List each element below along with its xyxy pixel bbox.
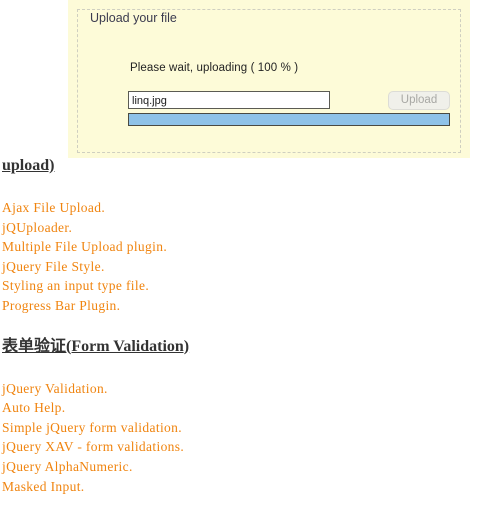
list-item[interactable]: Simple jQuery form validation.	[2, 418, 498, 438]
list-item[interactable]: jQuery XAV - form validations.	[2, 437, 498, 457]
heading-upload-wrapper: upload)	[2, 155, 498, 176]
list-item[interactable]: Ajax File Upload.	[2, 198, 498, 218]
upload-widget-panel: Upload your file Please wait, uploading …	[68, 0, 470, 158]
article-content: upload) Ajax File Upload. jQUploader. Mu…	[2, 155, 498, 496]
list-item[interactable]: jQuery Validation.	[2, 379, 498, 399]
upload-progress-bar	[128, 113, 450, 126]
validation-plugin-list: jQuery Validation. Auto Help. Simple jQu…	[2, 379, 498, 497]
upload-plugin-list: Ajax File Upload. jQUploader. Multiple F…	[2, 198, 498, 316]
heading-upload: upload)	[2, 157, 55, 174]
upload-fieldset-legend: Upload your file	[85, 11, 183, 25]
upload-status-text: Please wait, uploading ( 100 % )	[130, 62, 299, 74]
heading-form-validation: 表单验证(Form Validation)	[2, 337, 190, 355]
heading-validation-wrapper: 表单验证(Form Validation)	[2, 336, 498, 357]
list-item[interactable]: Auto Help.	[2, 398, 498, 418]
list-item[interactable]: Styling an input type file.	[2, 276, 498, 296]
upload-progress-fill	[129, 114, 449, 125]
list-item[interactable]: Multiple File Upload plugin.	[2, 237, 498, 257]
upload-fieldset	[77, 9, 461, 153]
list-item[interactable]: Masked Input.	[2, 477, 498, 497]
list-item[interactable]: jQuery AlphaNumeric.	[2, 457, 498, 477]
upload-button[interactable]: Upload	[388, 91, 450, 110]
list-item[interactable]: jQuery File Style.	[2, 257, 498, 277]
file-name-input[interactable]	[128, 91, 330, 109]
list-item[interactable]: jQUploader.	[2, 218, 498, 238]
list-item[interactable]: Progress Bar Plugin.	[2, 296, 498, 316]
